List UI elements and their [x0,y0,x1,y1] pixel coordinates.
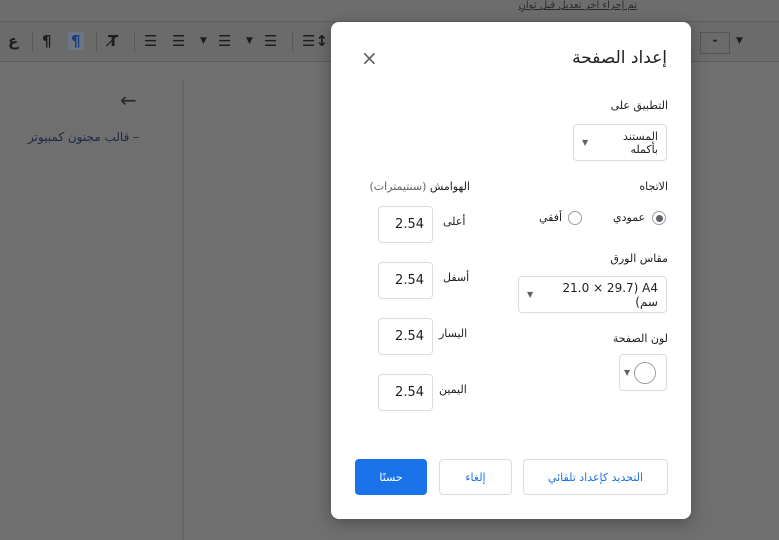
page-color-picker[interactable]: ▼ [619,354,667,391]
orientation-label: الاتجاه [639,180,668,193]
margins-title: الهوامش [429,180,470,193]
rtl-paragraph-icon[interactable]: ¶ [68,32,84,50]
divider [292,32,293,52]
document-edge [182,80,184,540]
chevron-down-icon: ▼ [624,368,631,377]
paper-size-value: A4 (21.0 × 29.7 سم) [562,280,658,309]
margin-top-input[interactable]: 2.54 [378,206,433,243]
text-direction-icon[interactable]: ع [8,32,18,50]
increase-indent-icon[interactable]: ☰ [172,32,185,50]
chevron-down-icon[interactable]: ▼ [736,36,743,46]
margin-right-label: اليمين [439,383,467,396]
landscape-label[interactable]: أفقي [539,211,562,224]
margins-unit: (سنتيمترات) [369,180,427,193]
paper-size-select[interactable]: A4 (21.0 × 29.7 سم) ▼ [518,276,667,313]
top-bar: تم إجراء آخر تعديل قبل ثوانٍ [0,0,779,22]
ok-button[interactable]: حسنًا [355,459,427,495]
outline-dash: – [133,130,140,144]
divider [96,32,97,52]
chevron-down-icon: ▼ [582,138,589,147]
outline-item[interactable]: – قالب مجنون كمبيوتر [28,130,139,144]
decrease-indent-icon[interactable]: ☰ [144,32,157,50]
cancel-button[interactable]: إلغاء [439,459,512,495]
landscape-radio[interactable] [568,211,582,225]
divider [32,32,33,52]
chevron-down-icon: ▼ [527,290,534,299]
ltr-paragraph-icon[interactable]: ¶ [42,32,52,50]
close-icon[interactable]: × [361,46,378,70]
chevron-down-icon[interactable]: ▼ [200,36,207,46]
portrait-label[interactable]: عمودي [613,211,645,224]
last-edit-link[interactable]: تم إجراء آخر تعديل قبل ثوانٍ [519,0,637,11]
back-arrow-icon[interactable]: ← [120,88,137,112]
color-swatch [634,361,657,384]
margin-bottom-input[interactable]: 2.54 [378,262,433,299]
set-as-default-button[interactable]: التحديد كإعداد تلقائي [523,459,668,495]
margin-bottom-label: أسفل [443,271,470,284]
outline-item-label: قالب مجنون كمبيوتر [28,130,130,144]
bulleted-list-icon[interactable]: ☰ [218,32,231,50]
page-color-label: لون الصفحة [612,332,668,345]
margin-left-label: اليسار [439,327,468,340]
margin-left-input[interactable]: 2.54 [378,318,433,355]
numbered-list-icon[interactable]: ☰ [264,32,277,50]
clear-formatting-icon[interactable]: T̸ [108,32,118,50]
divider [134,32,135,52]
line-spacing-icon[interactable]: ☰↕ [302,32,328,50]
margin-top-label: أعلى [443,215,466,228]
apply-to-value: المستند بأكمله [623,129,658,156]
apply-to-label: التطبيق على [610,99,668,112]
page-setup-dialog: إعداد الصفحة × التطبيق على المستند بأكمل… [331,22,691,519]
portrait-radio[interactable] [652,211,666,225]
margin-right-input[interactable]: 2.54 [378,374,433,411]
chevron-down-icon[interactable]: ▼ [246,36,253,46]
apply-to-select[interactable]: المستند بأكمله ▼ [573,124,667,161]
radio-selected-dot [655,214,663,222]
paper-size-label: مقاس الورق [610,252,668,265]
zoom-field[interactable]: - [700,32,730,54]
dialog-title: إعداد الصفحة [572,48,667,68]
margins-label: الهوامش (سنتيمترات) [369,180,470,193]
